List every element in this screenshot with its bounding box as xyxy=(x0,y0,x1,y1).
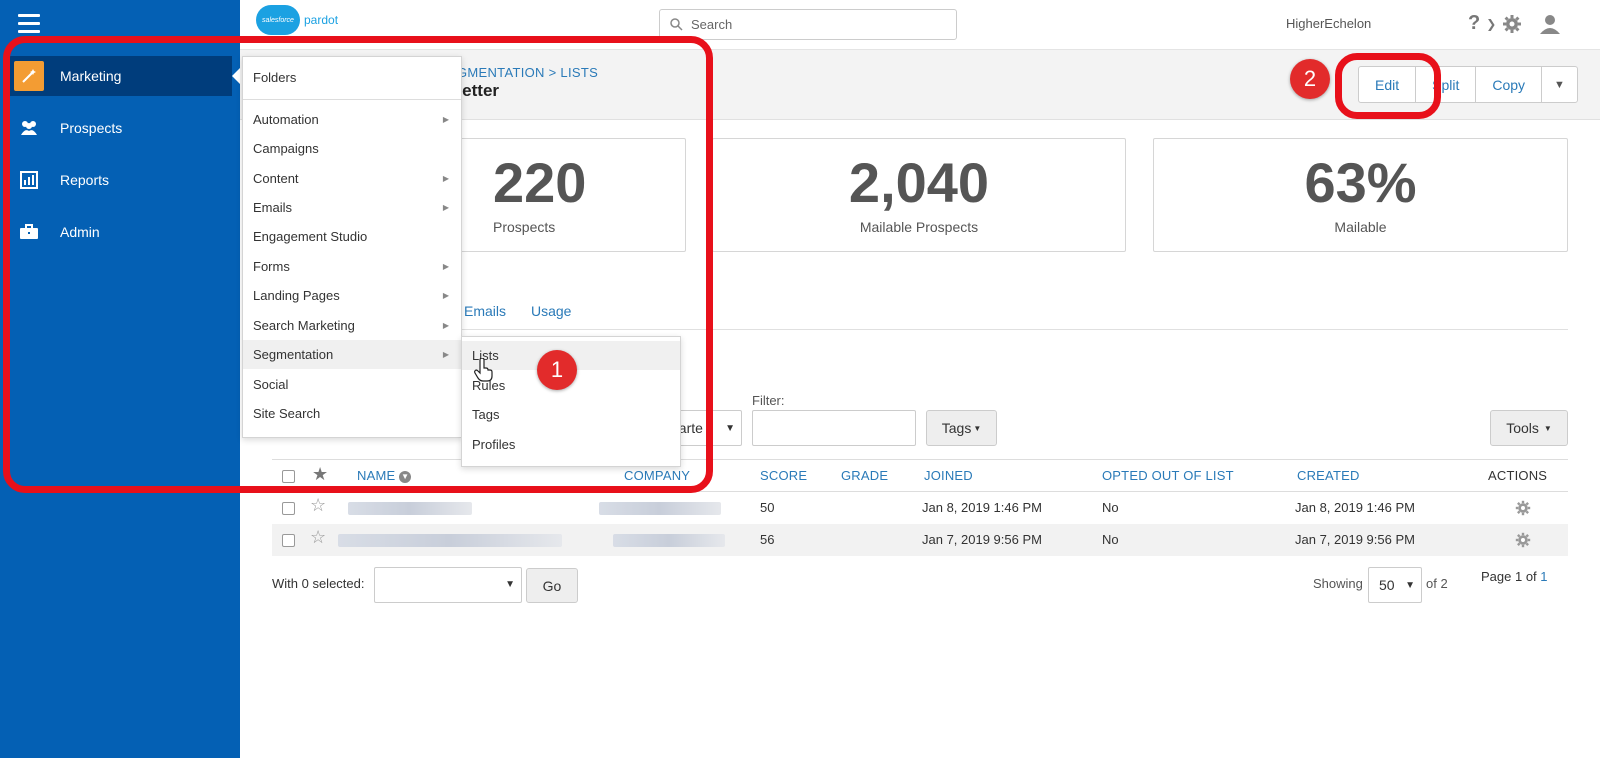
annotation-badge-1: 1 xyxy=(537,350,577,390)
caret-down-icon: ▼ xyxy=(505,579,515,590)
per-page-value: 50 xyxy=(1379,577,1395,593)
redacted-company xyxy=(599,502,721,515)
search-placeholder: Search xyxy=(691,17,733,32)
caret-down-icon: ▼ xyxy=(1543,423,1552,433)
top-icons: ? ❯ xyxy=(1468,12,1562,35)
bulk-action-select[interactable]: ▼ xyxy=(374,567,522,603)
tools-label: Tools xyxy=(1506,420,1539,436)
stat-value: 2,040 xyxy=(848,151,990,214)
stat-card-mailable-prospects: 2,040 Mailable Prospects xyxy=(712,138,1126,252)
gear-icon[interactable] xyxy=(1502,14,1522,34)
star-icon[interactable]: ☆ xyxy=(310,495,326,516)
row-checkbox[interactable] xyxy=(282,534,295,547)
copy-button[interactable]: Copy xyxy=(1476,67,1543,102)
redacted-company xyxy=(613,534,725,547)
tags-label: Tags xyxy=(941,420,972,436)
logo-text: pardot xyxy=(304,13,339,27)
search-icon xyxy=(670,18,683,31)
tags-button[interactable]: Tags ▼ xyxy=(926,410,997,446)
table-row: ☆ 56 Jan 7, 2019 9:56 PM No Jan 7, 2019 … xyxy=(272,524,1568,556)
row-checkbox[interactable] xyxy=(282,502,295,515)
stat-label: Mailable Prospects xyxy=(859,219,979,235)
chevron-down-icon[interactable]: ❯ xyxy=(1486,17,1496,31)
opted-out-cell: No xyxy=(1102,532,1119,547)
help-icon[interactable]: ? xyxy=(1468,12,1480,35)
joined-cell: Jan 8, 2019 1:46 PM xyxy=(922,500,1042,515)
redacted-name[interactable] xyxy=(348,502,472,515)
star-icon[interactable]: ☆ xyxy=(310,527,326,548)
column-header-grade[interactable]: GRADE xyxy=(841,468,888,483)
caret-down-icon: ▼ xyxy=(1405,579,1415,591)
page-prefix: Page 1 of xyxy=(1481,569,1537,584)
tools-button[interactable]: Tools ▼ xyxy=(1490,410,1568,446)
annotation-highlight-edit xyxy=(1335,53,1441,119)
column-header-joined[interactable]: JOINED xyxy=(924,468,973,483)
page-link[interactable]: 1 xyxy=(1540,569,1547,584)
caret-down-icon: ▼ xyxy=(1554,78,1565,91)
created-cell: Jan 8, 2019 1:46 PM xyxy=(1295,500,1415,515)
per-page-select[interactable]: 50 ▼ xyxy=(1368,567,1422,603)
table-row: ☆ 50 Jan 8, 2019 1:46 PM No Jan 8, 2019 … xyxy=(272,492,1568,524)
redacted-name[interactable] xyxy=(338,534,562,547)
more-actions-button[interactable]: ▼ xyxy=(1542,67,1577,102)
column-header-created[interactable]: CREATED xyxy=(1297,468,1360,483)
total-count: of 2 xyxy=(1426,576,1448,591)
score-cell: 50 xyxy=(760,500,775,515)
stat-card-mailable: 63% Mailable xyxy=(1153,138,1568,252)
gear-icon[interactable] xyxy=(1515,532,1531,548)
stat-label: Mailable xyxy=(1334,219,1387,235)
column-header-actions: ACTIONS xyxy=(1488,468,1548,483)
joined-cell: Jan 7, 2019 9:56 PM xyxy=(922,532,1042,547)
caret-down-icon: ▼ xyxy=(725,422,735,434)
annotation-highlight-menu xyxy=(3,36,713,493)
org-name: HigherEchelon xyxy=(1286,16,1372,31)
score-cell: 56 xyxy=(760,532,775,547)
pagination: Page 1 of 1 xyxy=(1481,569,1548,584)
salesforce-pardot-logo[interactable]: salesforce pardot xyxy=(256,5,338,35)
created-cell: Jan 7, 2019 9:56 PM xyxy=(1295,532,1415,547)
annotation-badge-2: 2 xyxy=(1290,59,1330,99)
logo-cloud: salesforce xyxy=(256,5,300,35)
search-input[interactable]: Search xyxy=(659,9,957,40)
user-icon[interactable] xyxy=(1538,13,1562,35)
stat-value: 63% xyxy=(1304,151,1417,214)
with-selected-label: With 0 selected: xyxy=(272,576,365,591)
gear-icon[interactable] xyxy=(1515,500,1531,516)
menu-toggle-icon[interactable] xyxy=(18,14,40,33)
caret-down-icon: ▼ xyxy=(973,423,982,433)
column-header-opted-out[interactable]: OPTED OUT OF LIST xyxy=(1102,468,1234,483)
showing-label: Showing xyxy=(1313,576,1363,591)
column-header-score[interactable]: SCORE xyxy=(760,468,807,483)
filter-input[interactable] xyxy=(752,410,916,446)
opted-out-cell: No xyxy=(1102,500,1119,515)
go-button[interactable]: Go xyxy=(526,568,578,603)
filter-label: Filter: xyxy=(752,393,785,408)
